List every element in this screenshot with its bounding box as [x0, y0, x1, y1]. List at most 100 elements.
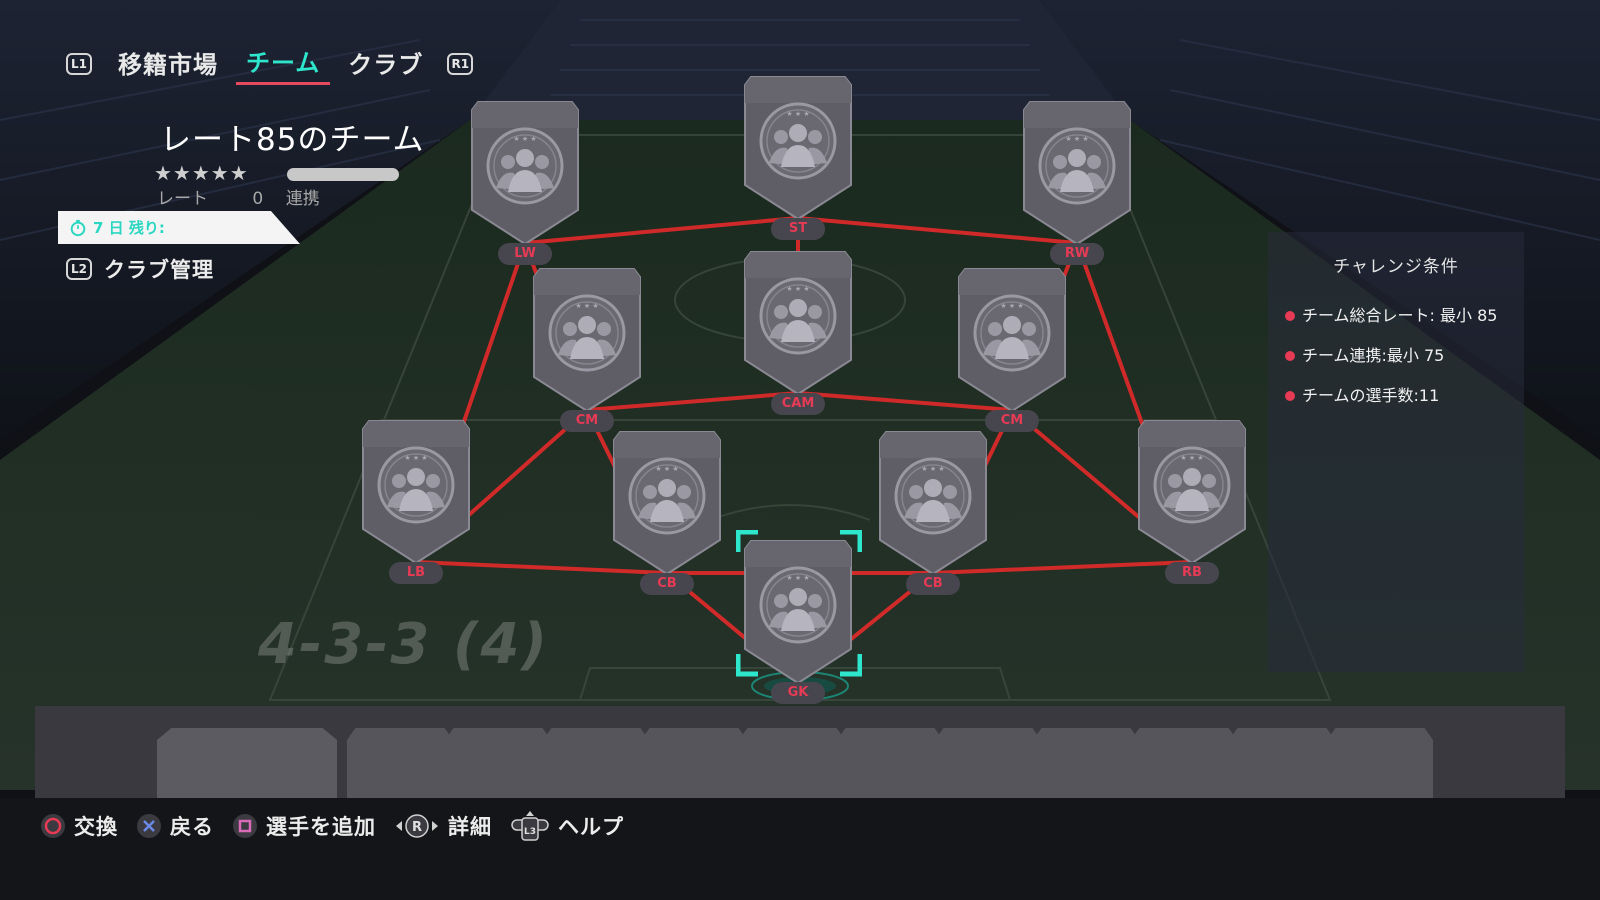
position-label: GK — [771, 682, 825, 704]
timer-icon — [70, 219, 86, 236]
slot-st[interactable]: ★ ★ ★ ST — [739, 73, 857, 240]
silhouette-icon: ★ ★ ★ — [759, 102, 837, 180]
bench-slot[interactable] — [543, 728, 649, 798]
hint-add-player[interactable]: 選手を追加 — [232, 811, 376, 841]
silhouette-icon: ★ ★ ★ — [1038, 127, 1116, 205]
svg-text:★ ★ ★: ★ ★ ★ — [786, 285, 809, 293]
slot-cam[interactable]: ★ ★ ★ CAM — [739, 248, 857, 415]
requirement-item: チームの選手数:11 — [1285, 383, 1506, 409]
timer-banner: 7 日 残り: — [58, 211, 300, 244]
svg-text:★ ★ ★: ★ ★ ★ — [1000, 302, 1023, 310]
position-label: CM — [560, 410, 614, 432]
player-card-shape: ★ ★ ★ — [744, 76, 852, 221]
bench-strip — [35, 706, 1565, 798]
svg-text:★ ★ ★: ★ ★ ★ — [655, 465, 678, 473]
player-card-shape: ★ ★ ★ — [1023, 101, 1131, 246]
hint-label: ヘルプ — [558, 815, 624, 839]
player-card-shape: ★ ★ ★ — [533, 268, 641, 413]
tab-transfer-market[interactable]: 移籍市場 — [108, 45, 228, 84]
footer-bar: 交換 戻る 選手を追加 R 詳細 L3 ヘルプ — [0, 798, 1600, 900]
rating-row: レート 0 連携 — [157, 184, 320, 209]
silhouette-icon: ★ ★ ★ — [548, 294, 626, 372]
silhouette-icon: ★ ★ ★ — [628, 457, 706, 535]
squad-stars: ★★★★★ — [154, 161, 249, 185]
bench-slot[interactable] — [641, 728, 747, 798]
silhouette-icon: ★ ★ ★ — [486, 127, 564, 205]
tab-team[interactable]: チーム — [236, 43, 331, 85]
bench-slot[interactable] — [1327, 728, 1433, 798]
chemistry-bar — [287, 168, 399, 181]
svg-text:★ ★ ★: ★ ★ ★ — [786, 110, 809, 118]
svg-text:★ ★ ★: ★ ★ ★ — [575, 302, 598, 310]
circle-button-icon — [41, 814, 65, 838]
squad-title: レート85のチーム — [160, 122, 425, 158]
player-card-shape: ★ ★ ★ — [362, 420, 470, 565]
position-label: ST — [771, 218, 825, 240]
svg-text:★ ★ ★: ★ ★ ★ — [1065, 135, 1088, 143]
bench-slot[interactable] — [347, 728, 453, 798]
r1-button-icon[interactable]: R1 — [447, 53, 474, 75]
bench-slot[interactable] — [935, 728, 1041, 798]
slot-rw[interactable]: ★ ★ ★ RW — [1018, 98, 1136, 265]
timer-text: 7 日 残り: — [93, 219, 165, 237]
slot-cb-right[interactable]: ★ ★ ★ CB — [874, 428, 992, 595]
player-card-shape: ★ ★ ★ — [879, 431, 987, 576]
slot-cm-left[interactable]: ★ ★ ★ CM — [528, 265, 646, 432]
position-label: LW — [498, 243, 552, 265]
slot-rb[interactable]: ★ ★ ★ RB — [1133, 417, 1251, 584]
svg-text:★ ★ ★: ★ ★ ★ — [921, 465, 944, 473]
bench-slot[interactable] — [1229, 728, 1335, 798]
slot-cb-left[interactable]: ★ ★ ★ CB — [608, 428, 726, 595]
silhouette-icon: ★ ★ ★ — [377, 446, 455, 524]
l1-button-icon[interactable]: L1 — [66, 53, 92, 75]
position-label: RW — [1050, 243, 1104, 265]
rating-label: レート — [157, 189, 208, 209]
bench-slot[interactable] — [1131, 728, 1237, 798]
bench-slot[interactable] — [157, 728, 337, 798]
hint-back[interactable]: 戻る — [136, 811, 214, 841]
player-card-shape: ★ ★ ★ — [613, 431, 721, 576]
slot-cm-right[interactable]: ★ ★ ★ CM — [953, 265, 1071, 432]
bench-slot[interactable] — [739, 728, 845, 798]
hint-label: 交換 — [74, 815, 118, 839]
club-management-label: クラブ管理 — [104, 258, 214, 282]
challenge-panel: チャレンジ条件 チーム総合レート: 最小 85 チーム連携:最小 75 チームの… — [1268, 232, 1524, 672]
selection-frame — [736, 530, 862, 677]
silhouette-icon: ★ ★ ★ — [894, 457, 972, 535]
requirement-item: チーム総合レート: 最小 85 — [1285, 303, 1506, 329]
player-card-shape: ★ ★ ★ — [471, 101, 579, 246]
position-label: CM — [985, 410, 1039, 432]
position-label: CB — [640, 573, 694, 595]
rating-value: 0 — [252, 189, 264, 209]
position-label: RB — [1165, 562, 1219, 584]
position-label: CAM — [771, 393, 825, 415]
hint-details[interactable]: R 詳細 — [394, 811, 492, 841]
chemistry-label: 連携 — [285, 189, 320, 209]
challenge-title: チャレンジ条件 — [1333, 257, 1459, 277]
silhouette-icon: ★ ★ ★ — [759, 277, 837, 355]
svg-text:★ ★ ★: ★ ★ ★ — [404, 454, 427, 462]
cross-button-icon — [137, 814, 161, 838]
hint-help[interactable]: L3 ヘルプ — [510, 810, 624, 842]
tab-club[interactable]: クラブ — [338, 45, 433, 84]
slot-lb[interactable]: ★ ★ ★ LB — [357, 417, 475, 584]
player-card-shape: ★ ★ ★ — [958, 268, 1066, 413]
slot-lw[interactable]: ★ ★ ★ LW — [466, 98, 584, 265]
r-stick-icon: R — [396, 814, 438, 838]
club-management-button[interactable]: L2 クラブ管理 — [66, 254, 214, 284]
svg-text:★ ★ ★: ★ ★ ★ — [513, 135, 536, 143]
hint-label: 戻る — [170, 815, 214, 839]
top-navigation: L1 移籍市場 チーム クラブ R1 — [66, 43, 474, 85]
silhouette-icon: ★ ★ ★ — [1153, 446, 1231, 524]
bench-slot[interactable] — [445, 728, 551, 798]
bench-slot[interactable] — [1033, 728, 1139, 798]
bench-slot[interactable] — [837, 728, 943, 798]
svg-text:L3: L3 — [524, 827, 536, 837]
svg-text:★ ★ ★: ★ ★ ★ — [1180, 454, 1203, 462]
square-button-icon — [233, 814, 257, 838]
requirement-item: チーム連携:最小 75 — [1285, 343, 1506, 369]
position-label: CB — [906, 573, 960, 595]
position-label: LB — [389, 562, 443, 584]
svg-text:R: R — [412, 820, 422, 835]
hint-swap[interactable]: 交換 — [40, 811, 118, 841]
